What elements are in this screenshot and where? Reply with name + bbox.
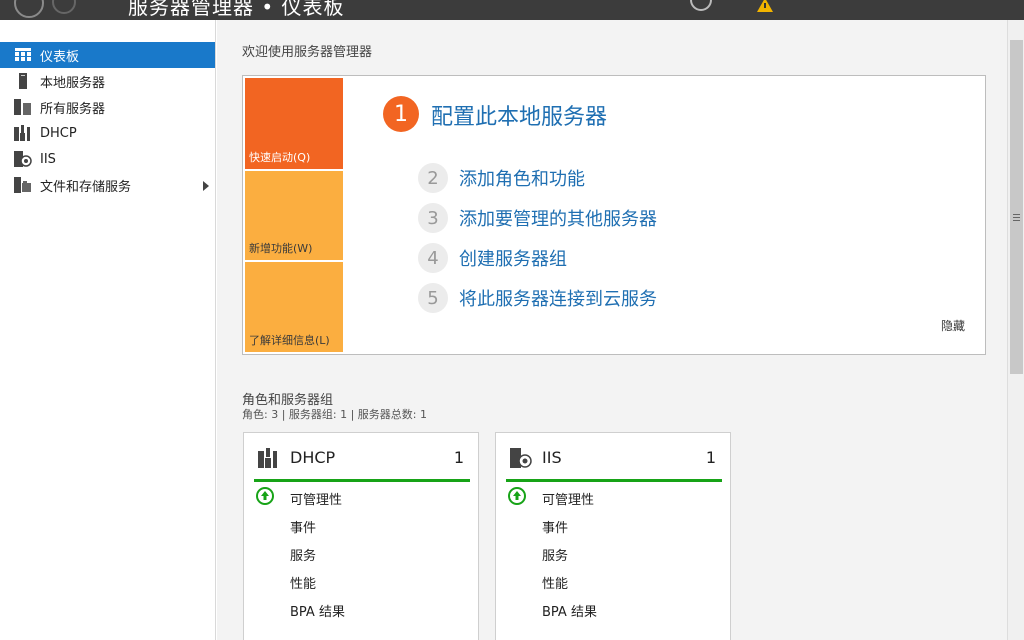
step-link-create-group[interactable]: 创建服务器组 xyxy=(459,245,567,271)
status-ok-icon xyxy=(508,487,526,505)
roles-summary: 角色: 3 | 服务器组: 1 | 服务器总数: 1 xyxy=(242,408,428,421)
step-number: 2 xyxy=(418,163,448,193)
role-card-iis[interactable]: IIS 1 可管理性 事件 服务 性能 BPA 结果 xyxy=(495,432,731,640)
step-link-add-roles[interactable]: 添加角色和功能 xyxy=(459,165,585,191)
tile-learn-more[interactable]: 了解详细信息(L) xyxy=(245,262,343,352)
sidebar-item-label: 本地服务器 xyxy=(40,75,106,91)
sidebar-item-dashboard[interactable]: 仪表板 xyxy=(0,42,215,68)
sidebar: 仪表板 本地服务器 所有服务器 DHCP IIS 文件和存储服务 xyxy=(0,20,216,640)
app-title: 服务器管理器 • 仪表板 xyxy=(128,0,345,19)
card-row-performance[interactable]: 性能 xyxy=(542,573,568,592)
sidebar-item-label: 仪表板 xyxy=(40,49,80,65)
grip-icon xyxy=(1013,214,1020,223)
step-number: 4 xyxy=(418,243,448,273)
status-bar xyxy=(254,479,470,482)
all-servers-icon xyxy=(14,99,32,115)
step-link-configure-local-server[interactable]: 配置此本地服务器 xyxy=(431,99,607,131)
card-row-events[interactable]: 事件 xyxy=(290,517,316,536)
tile-quick-start[interactable]: 快速启动(Q) xyxy=(245,78,343,169)
hide-link[interactable]: 隐藏 xyxy=(941,317,965,334)
local-server-icon xyxy=(14,73,32,89)
sidebar-item-label: 所有服务器 xyxy=(40,101,106,117)
dashboard-icon xyxy=(14,47,32,63)
sidebar-item-label: IIS xyxy=(40,151,56,167)
step-link-connect-cloud[interactable]: 将此服务器连接到云服务 xyxy=(459,285,657,311)
title-bar: 服务器管理器 • 仪表板 xyxy=(0,0,1024,20)
step-number: 5 xyxy=(418,283,448,313)
status-ok-icon xyxy=(256,487,274,505)
forward-icon[interactable] xyxy=(52,0,76,14)
step-link-add-servers[interactable]: 添加要管理的其他服务器 xyxy=(459,205,657,231)
sidebar-item-local-server[interactable]: 本地服务器 xyxy=(0,68,215,94)
card-row-bpa-results[interactable]: BPA 结果 xyxy=(290,601,345,620)
card-row-bpa-results[interactable]: BPA 结果 xyxy=(542,601,597,620)
sidebar-item-file-storage[interactable]: 文件和存储服务 xyxy=(0,172,215,198)
refresh-icon[interactable] xyxy=(690,0,712,11)
tile-label: 快速启动(Q) xyxy=(249,151,311,164)
step-number: 3 xyxy=(418,203,448,233)
dhcp-icon xyxy=(14,125,32,141)
card-row-events[interactable]: 事件 xyxy=(542,517,568,536)
vertical-scrollbar[interactable] xyxy=(1007,20,1024,640)
sidebar-item-label: DHCP xyxy=(40,125,77,141)
card-row-performance[interactable]: 性能 xyxy=(290,573,316,592)
card-header[interactable]: DHCP 1 xyxy=(244,433,478,483)
dhcp-icon xyxy=(258,448,277,468)
sidebar-item-label: 文件和存储服务 xyxy=(40,179,132,195)
card-header[interactable]: IIS 1 xyxy=(496,433,730,483)
scroll-thumb[interactable] xyxy=(1010,40,1023,374)
tile-whats-new[interactable]: 新增功能(W) xyxy=(245,171,343,260)
card-count: 1 xyxy=(705,448,716,467)
tile-label: 了解详细信息(L) xyxy=(249,334,330,347)
chevron-right-icon[interactable] xyxy=(203,181,209,191)
welcome-title: 欢迎使用服务器管理器 xyxy=(242,45,373,60)
card-row-services[interactable]: 服务 xyxy=(542,545,568,564)
card-title: DHCP xyxy=(290,448,336,467)
warning-flag-icon[interactable] xyxy=(754,0,776,12)
card-row-manageability[interactable]: 可管理性 xyxy=(290,489,342,508)
main-content: 欢迎使用服务器管理器 快速启动(Q) 新增功能(W) 了解详细信息(L) 1 配… xyxy=(217,20,1007,640)
card-row-manageability[interactable]: 可管理性 xyxy=(542,489,594,508)
welcome-panel: 快速启动(Q) 新增功能(W) 了解详细信息(L) 1 配置此本地服务器 2 添… xyxy=(242,75,986,355)
sidebar-item-iis[interactable]: IIS xyxy=(0,146,215,172)
file-storage-icon xyxy=(14,177,32,193)
card-row-services[interactable]: 服务 xyxy=(290,545,316,564)
step-number: 1 xyxy=(383,96,419,132)
sidebar-item-all-servers[interactable]: 所有服务器 xyxy=(0,94,215,120)
iis-icon xyxy=(510,448,532,468)
back-icon[interactable] xyxy=(14,0,44,18)
iis-icon xyxy=(14,151,32,167)
status-bar xyxy=(506,479,722,482)
role-card-dhcp[interactable]: DHCP 1 可管理性 事件 服务 性能 BPA 结果 xyxy=(243,432,479,640)
tile-label: 新增功能(W) xyxy=(249,242,313,255)
sidebar-item-dhcp[interactable]: DHCP xyxy=(0,120,215,146)
card-title: IIS xyxy=(542,448,562,467)
card-count: 1 xyxy=(453,448,464,467)
